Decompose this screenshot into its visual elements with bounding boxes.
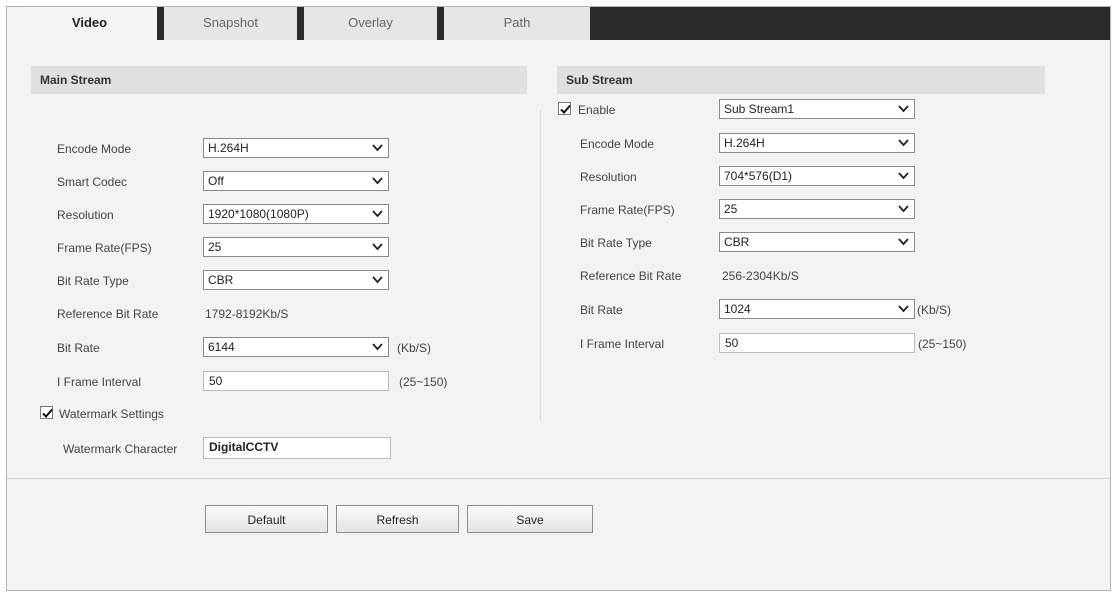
- sub-reference-bit-rate-label: Reference Bit Rate: [580, 269, 682, 283]
- watermark-settings-label: Watermark Settings: [59, 407, 164, 421]
- save-button[interactable]: Save: [467, 505, 593, 533]
- main-reference-bit-rate-label: Reference Bit Rate: [57, 307, 159, 321]
- sub-enable-label: Enable: [578, 103, 616, 117]
- tab-spacer: [7, 7, 22, 40]
- sub-encode-mode-label: Encode Mode: [580, 137, 655, 151]
- chevron-down-icon: [372, 243, 383, 251]
- chevron-down-icon: [898, 139, 909, 147]
- sub-stream-header: Sub Stream: [557, 66, 1045, 94]
- main-stream-header: Main Stream: [31, 66, 527, 94]
- chevron-down-icon: [898, 172, 909, 180]
- refresh-button[interactable]: Refresh: [336, 505, 459, 533]
- watermark-settings-checkbox[interactable]: [40, 406, 53, 419]
- main-bit-rate-select[interactable]: 6144: [203, 337, 389, 357]
- chevron-down-icon: [372, 177, 383, 185]
- main-bit-rate-type-label: Bit Rate Type: [57, 274, 129, 288]
- sub-enable-checkbox[interactable]: [558, 102, 571, 115]
- sub-frame-rate-value: 25: [724, 202, 738, 216]
- main-i-frame-input[interactable]: 50: [203, 371, 389, 391]
- tab-snapshot[interactable]: Snapshot: [164, 7, 304, 40]
- main-smart-codec-label: Smart Codec: [57, 175, 128, 189]
- chevron-down-icon: [898, 105, 909, 113]
- tab-path[interactable]: Path: [444, 7, 590, 40]
- main-frame-rate-select[interactable]: 25: [203, 237, 389, 257]
- main-smart-codec-select[interactable]: Off: [203, 171, 389, 191]
- main-reference-bit-rate-value: 1792-8192Kb/S: [205, 307, 289, 321]
- video-settings-panel: Video Snapshot Overlay Path Main Stream …: [6, 6, 1111, 591]
- main-bit-rate-unit: (Kb/S): [397, 341, 432, 355]
- main-resolution-select[interactable]: 1920*1080(1080P): [203, 204, 389, 224]
- checkmark-icon: [42, 408, 53, 418]
- sub-bit-rate-type-select[interactable]: CBR: [719, 232, 915, 252]
- chevron-down-icon: [898, 305, 909, 313]
- tab-overlay[interactable]: Overlay: [304, 7, 444, 40]
- main-encode-mode-value: H.264H: [208, 141, 249, 155]
- sub-bit-rate-value: 1024: [724, 302, 751, 316]
- watermark-character-label: Watermark Character: [63, 442, 178, 456]
- sub-reference-bit-rate-value: 256-2304Kb/S: [722, 269, 799, 283]
- sub-bit-rate-type-value: CBR: [724, 235, 750, 249]
- main-smart-codec-value: Off: [208, 174, 224, 188]
- sub-stream-value: Sub Stream1: [724, 102, 795, 116]
- sub-stream-select[interactable]: Sub Stream1: [719, 99, 915, 119]
- checkmark-icon: [560, 104, 571, 114]
- main-i-frame-label: I Frame Interval: [57, 375, 142, 389]
- tab-video[interactable]: Video: [22, 7, 164, 40]
- sub-bit-rate-select[interactable]: 1024: [719, 299, 915, 319]
- default-button[interactable]: Default: [205, 505, 328, 533]
- sub-resolution-value: 704*576(D1): [724, 169, 793, 183]
- main-frame-rate-label: Frame Rate(FPS): [57, 241, 152, 255]
- chevron-down-icon: [372, 276, 383, 284]
- sub-bit-rate-label: Bit Rate: [580, 303, 623, 317]
- main-bit-rate-label: Bit Rate: [57, 341, 100, 355]
- main-i-frame-range: (25~150): [399, 375, 448, 389]
- main-bit-rate-type-value: CBR: [208, 273, 234, 287]
- column-divider: [540, 110, 541, 420]
- chevron-down-icon: [898, 238, 909, 246]
- sub-frame-rate-select[interactable]: 25: [719, 199, 915, 219]
- sub-resolution-select[interactable]: 704*576(D1): [719, 166, 915, 186]
- main-encode-mode-select[interactable]: H.264H: [203, 138, 389, 158]
- sub-encode-mode-select[interactable]: H.264H: [719, 133, 915, 153]
- main-frame-rate-value: 25: [208, 240, 222, 254]
- footer-divider: [7, 478, 1110, 479]
- main-bit-rate-value: 6144: [208, 340, 235, 354]
- sub-resolution-label: Resolution: [580, 170, 637, 184]
- chevron-down-icon: [372, 210, 383, 218]
- main-resolution-label: Resolution: [57, 208, 114, 222]
- sub-i-frame-label: I Frame Interval: [580, 337, 665, 351]
- sub-i-frame-range: (25~150): [918, 337, 967, 351]
- watermark-character-input[interactable]: DigitalCCTV: [203, 437, 391, 459]
- sub-frame-rate-label: Frame Rate(FPS): [580, 203, 675, 217]
- main-bit-rate-type-select[interactable]: CBR: [203, 270, 389, 290]
- chevron-down-icon: [898, 205, 909, 213]
- main-resolution-value: 1920*1080(1080P): [208, 207, 309, 221]
- sub-bit-rate-type-label: Bit Rate Type: [580, 236, 652, 250]
- main-encode-mode-label: Encode Mode: [57, 142, 132, 156]
- sub-i-frame-input[interactable]: 50: [719, 333, 915, 353]
- chevron-down-icon: [372, 343, 383, 351]
- sub-encode-mode-value: H.264H: [724, 136, 765, 150]
- sub-bit-rate-unit: (Kb/S): [917, 303, 952, 317]
- content-area: Main Stream Encode Mode H.264H Smart Cod…: [7, 40, 1110, 590]
- chevron-down-icon: [372, 144, 383, 152]
- tab-bar: Video Snapshot Overlay Path: [7, 7, 1110, 40]
